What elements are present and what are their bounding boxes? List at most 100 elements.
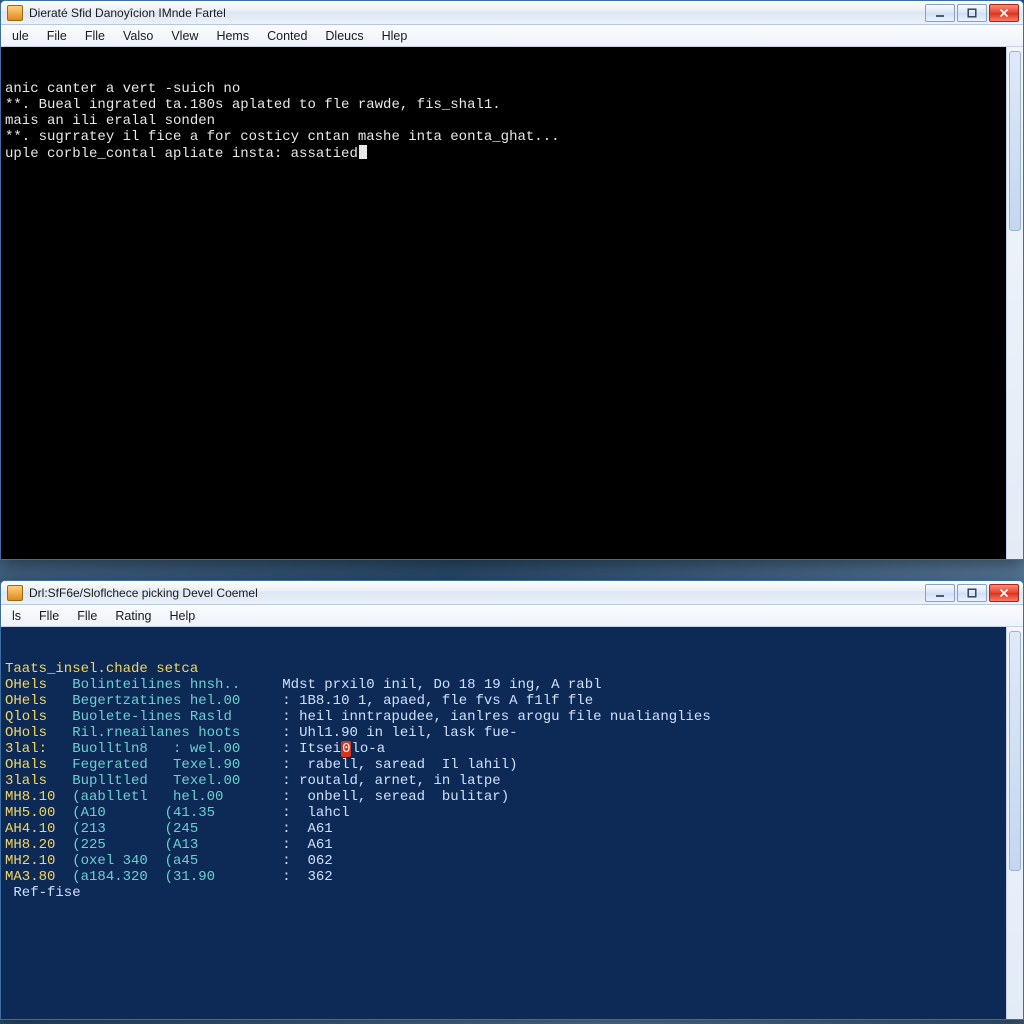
scrollbar-thumb[interactable] — [1009, 631, 1021, 871]
menu-flle[interactable]: Flle — [76, 25, 114, 46]
menu-help[interactable]: Help — [160, 605, 204, 626]
col1: (A10 (41.35 — [64, 805, 274, 821]
col1: (a184.320 (31.90 — [64, 869, 274, 885]
text-cursor — [359, 145, 367, 159]
menu-ls[interactable]: ls — [3, 605, 30, 626]
terminal-window-top: Dieraté Sfid Danoyîcion IMnde Fartel ule… — [0, 0, 1024, 560]
terminal-line: OHols Ril.rneailanes hoots : Uhl1.90 in … — [5, 725, 1019, 741]
col2: Mdst prxil0 inil, Do 18 19 ing, A rabl — [274, 677, 602, 693]
terminal-line: Qlols Buolete-lines Rasld : heil inntrap… — [5, 709, 1019, 725]
titlebar[interactable]: Drl:SfF6e/Sloflchece picking Devel Coeme… — [1, 581, 1023, 605]
col0: OHels — [5, 693, 64, 709]
col1: Fegerated Texel.90 — [64, 757, 274, 773]
terminal-line: anic canter a vert -suich no — [5, 81, 1019, 97]
col0: AH4.10 — [5, 821, 64, 837]
menu-file[interactable]: File — [38, 25, 76, 46]
terminal-line: **. Bueal ingrated ta.180s aplated to fl… — [5, 97, 1019, 113]
col0: 3lal: — [5, 741, 64, 757]
menu-dleucs[interactable]: Dleucs — [316, 25, 372, 46]
terminal-line: 3lals Buplltled Texel.00 : routald, arne… — [5, 773, 1019, 789]
terminal-line: OHels Begertzatines hel.00 : 1B8.10 1, a… — [5, 693, 1019, 709]
window-title: Drl:SfF6e/Sloflchece picking Devel Coeme… — [29, 586, 925, 600]
col2: : 062 — [274, 853, 333, 869]
col2: : Uhl1.90 in leil, lask fue- — [274, 725, 518, 741]
col0: MA3.80 — [5, 869, 64, 885]
maximize-icon — [967, 588, 977, 598]
minimize-icon — [935, 588, 945, 598]
minimize-button[interactable] — [925, 4, 955, 22]
col2: : 362 — [274, 869, 333, 885]
terminal-header-line: Taats_insel.chade setca — [5, 661, 1019, 677]
terminal-line: MH2.10 (oxel 340 (a45 : 062 — [5, 853, 1019, 869]
terminal-footer-line: Ref-fise — [5, 885, 1019, 901]
terminal-line: **. sugrratey il fice a for costicy cnta… — [5, 129, 1019, 145]
terminal-line: MH5.00 (A10 (41.35 : lahcl — [5, 805, 1019, 821]
col1: (213 (245 — [64, 821, 274, 837]
menu-flle[interactable]: Flle — [68, 605, 106, 626]
minimize-button[interactable] — [925, 584, 955, 602]
col1: Buolltln8 : wel.00 — [64, 741, 274, 757]
menu-flle[interactable]: Flle — [30, 605, 68, 626]
terminal-line: MH8.20 (225 (A13 : A61 — [5, 837, 1019, 853]
app-icon — [7, 585, 23, 601]
col2: : routald, arnet, in latpe — [274, 773, 501, 789]
menu-conted[interactable]: Conted — [258, 25, 316, 46]
titlebar[interactable]: Dieraté Sfid Danoyîcion IMnde Fartel — [1, 1, 1023, 25]
col2: : heil inntrapudee, ianlres arogu file n… — [274, 709, 711, 725]
col1: (225 (A13 — [64, 837, 274, 853]
terminal-output[interactable]: Taats_insel.chade setcaOHels Bolinteilin… — [1, 627, 1023, 1019]
col0: MH5.00 — [5, 805, 64, 821]
col0: OHals — [5, 757, 64, 773]
col2: : 1B8.10 1, apaed, fle fvs A f1lf fle — [274, 693, 593, 709]
menu-vlew[interactable]: Vlew — [162, 25, 207, 46]
minimize-icon — [935, 8, 945, 18]
terminal-line: OHals Fegerated Texel.90 : rabell, sarea… — [5, 757, 1019, 773]
menubar: uleFileFlleValsoVlewHemsContedDleucsHlep — [1, 25, 1023, 47]
col0: OHels — [5, 677, 64, 693]
col2: : onbell, seread bulitar) — [274, 789, 509, 805]
close-button[interactable] — [989, 4, 1019, 22]
col1: Begertzatines hel.00 — [64, 693, 274, 709]
col0: MH2.10 — [5, 853, 64, 869]
vertical-scrollbar[interactable] — [1006, 627, 1023, 1019]
menu-rating[interactable]: Rating — [106, 605, 160, 626]
col2: : A61 — [274, 821, 333, 837]
terminal-window-bottom: Drl:SfF6e/Sloflchece picking Devel Coeme… — [0, 580, 1024, 1020]
terminal-line: mais an ili eralal sonden — [5, 113, 1019, 129]
menu-valso[interactable]: Valso — [114, 25, 162, 46]
col1: Buolete-lines Rasld — [64, 709, 274, 725]
menu-hlep[interactable]: Hlep — [373, 25, 417, 46]
col2: : A61 — [274, 837, 333, 853]
terminal-line: MA3.80 (a184.320 (31.90 : 362 — [5, 869, 1019, 885]
col1: (aablletl hel.00 — [64, 789, 274, 805]
col0: Qlols — [5, 709, 64, 725]
col0: MH8.20 — [5, 837, 64, 853]
terminal-line: AH4.10 (213 (245 : A61 — [5, 821, 1019, 837]
menu-hems[interactable]: Hems — [207, 25, 258, 46]
vertical-scrollbar[interactable] — [1006, 47, 1023, 559]
maximize-button[interactable] — [957, 4, 987, 22]
col1: Buplltled Texel.00 — [64, 773, 274, 789]
terminal-line: 3lal: Buolltln8 : wel.00 : Itsei0lo-a — [5, 741, 1019, 757]
col1: (oxel 340 (a45 — [64, 853, 274, 869]
maximize-icon — [967, 8, 977, 18]
col1: Ril.rneailanes hoots — [64, 725, 274, 741]
col1: Bolinteilines hnsh.. — [64, 677, 274, 693]
close-icon — [999, 588, 1009, 598]
col0: MH8.10 — [5, 789, 64, 805]
col0: OHols — [5, 725, 64, 741]
col2: : rabell, saread Il lahil) — [274, 757, 518, 773]
menu-ule[interactable]: ule — [3, 25, 38, 46]
scrollbar-thumb[interactable] — [1009, 51, 1021, 231]
window-title: Dieraté Sfid Danoyîcion IMnde Fartel — [29, 6, 925, 20]
terminal-line: MH8.10 (aablletl hel.00 : onbell, seread… — [5, 789, 1019, 805]
highlight-icon: 0 — [341, 741, 351, 757]
menubar: lsFlleFlleRatingHelp — [1, 605, 1023, 627]
close-button[interactable] — [989, 584, 1019, 602]
close-icon — [999, 8, 1009, 18]
terminal-line: uple corble_contal apliate insta: assati… — [5, 145, 1019, 162]
app-icon — [7, 5, 23, 21]
maximize-button[interactable] — [957, 584, 987, 602]
col0: 3lals — [5, 773, 64, 789]
terminal-output[interactable]: anic canter a vert -suich no**. Bueal in… — [1, 47, 1023, 559]
